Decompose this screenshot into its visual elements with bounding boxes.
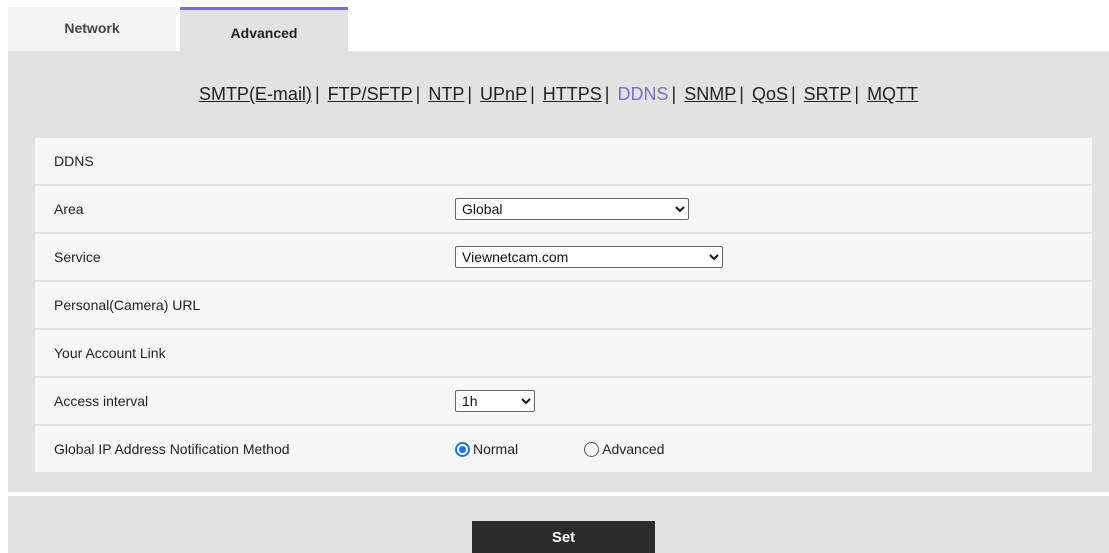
radio-advanced-label: Advanced: [602, 441, 665, 457]
row-account-link: Your Account Link: [35, 330, 1092, 376]
submenu-ntp[interactable]: NTP: [428, 84, 464, 104]
submenu-smtp[interactable]: SMTP(E-mail): [199, 84, 312, 104]
area-label: Area: [54, 201, 84, 217]
separator: |: [854, 84, 860, 104]
row-notification-method: Global IP Address Notification Method No…: [35, 426, 1092, 472]
separator: |: [415, 84, 421, 104]
submenu-upnp[interactable]: UPnP: [480, 84, 527, 104]
separator: |: [314, 84, 320, 104]
radio-advanced[interactable]: Advanced: [584, 441, 664, 457]
separator: |: [671, 84, 677, 104]
radio-normal-label: Normal: [473, 441, 519, 457]
notification-radio-group: Normal Advanced: [455, 441, 664, 457]
personal-url-label: Personal(Camera) URL: [54, 297, 201, 313]
tab-bar: Network Advanced: [0, 0, 1109, 51]
set-button[interactable]: Set: [472, 521, 655, 553]
submenu-https[interactable]: HTTPS: [543, 84, 602, 104]
submenu-mqtt[interactable]: MQTT: [867, 84, 918, 104]
submenu-ftp[interactable]: FTP/SFTP: [328, 84, 413, 104]
personal-url-value: [437, 282, 1092, 328]
radio-checked-icon[interactable]: [455, 441, 470, 457]
service-select[interactable]: Viewnetcam.com: [455, 246, 723, 268]
tab-advanced[interactable]: Advanced: [180, 7, 348, 51]
tab-network[interactable]: Network: [8, 7, 176, 51]
row-service: Service Viewnetcam.com: [35, 234, 1092, 280]
service-label: Service: [54, 249, 101, 265]
ddns-settings-table: DDNS Area Global Service Viewnetcam.com …: [35, 138, 1092, 474]
section-header-row: DDNS: [35, 138, 1092, 184]
notification-method-label: Global IP Address Notification Method: [54, 441, 290, 457]
footer-bar: Set: [8, 496, 1109, 553]
settings-panel: SMTP(E-mail) | FTP/SFTP | NTP | UPnP | HTTPS…: [8, 51, 1109, 492]
notification-method-value-cell: Normal Advanced: [437, 426, 1092, 472]
section-title: DDNS: [54, 153, 94, 169]
area-value-cell: Global: [437, 186, 1092, 232]
row-area: Area Global: [35, 186, 1092, 232]
separator: |: [530, 84, 535, 104]
separator: |: [604, 84, 610, 104]
access-interval-select[interactable]: 1h: [455, 390, 535, 412]
separator: |: [467, 84, 473, 104]
radio-unchecked-icon[interactable]: [584, 441, 600, 457]
area-select[interactable]: Global: [455, 198, 689, 220]
submenu-srtp[interactable]: SRTP: [804, 84, 852, 104]
access-interval-value-cell: 1h: [437, 378, 1092, 424]
service-value-cell: Viewnetcam.com: [437, 234, 1092, 280]
row-access-interval: Access interval 1h: [35, 378, 1092, 424]
submenu-snmp[interactable]: SNMP: [684, 84, 736, 104]
row-personal-url: Personal(Camera) URL: [35, 282, 1092, 328]
separator: |: [739, 84, 744, 104]
access-interval-label: Access interval: [54, 393, 149, 409]
account-link-value: [437, 330, 1092, 376]
account-link-label: Your Account Link: [54, 345, 166, 361]
submenu-qos[interactable]: QoS: [752, 84, 788, 104]
submenu-ddns: DDNS: [617, 84, 669, 104]
sub-menu: SMTP(E-mail) | FTP/SFTP | NTP | UPnP | HTTPS…: [8, 84, 1109, 105]
radio-normal[interactable]: Normal: [455, 441, 518, 457]
separator: |: [790, 84, 796, 104]
